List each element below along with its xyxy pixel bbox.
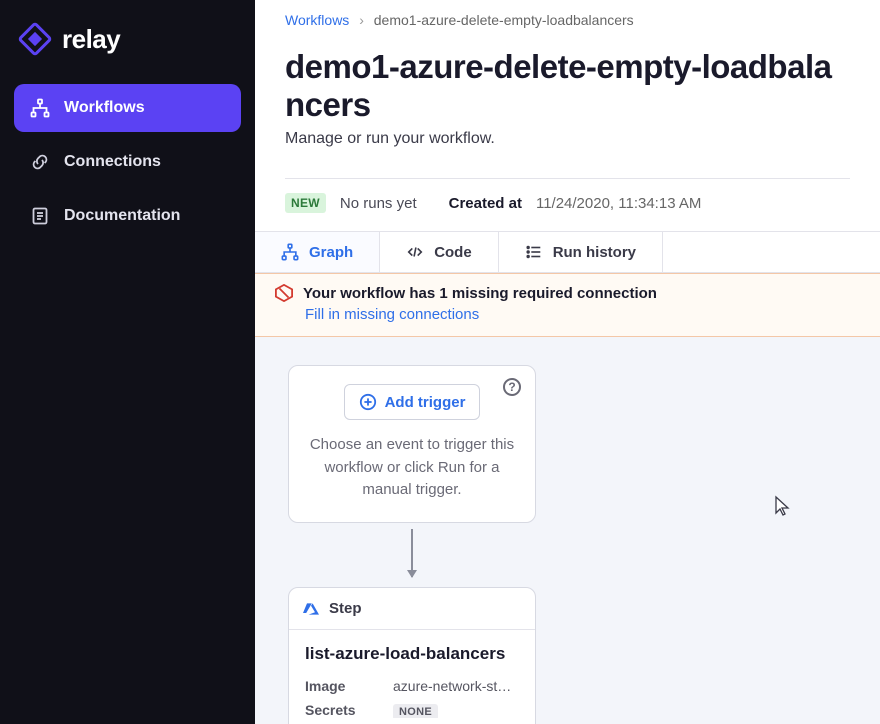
step-image-key: Image [305,678,393,694]
cursor-icon [774,495,792,517]
list-icon [525,243,543,261]
page-header: demo1-azure-delete-empty-loadbalancers M… [255,34,880,158]
relay-logo-icon [18,22,52,56]
alert-message: Your workflow has 1 missing required con… [303,285,657,302]
error-icon [275,284,293,302]
chevron-right-icon: › [359,12,364,28]
sidebar-item-label: Connections [64,153,161,171]
step-card[interactable]: Step list-azure-load-balancers Image azu… [288,587,536,724]
graph-icon [281,243,299,261]
connector-arrow [411,529,413,577]
page-subtitle: Manage or run your workflow. [285,130,850,148]
runs-status: No runs yet [340,195,417,212]
tabs: Graph Code Run history [255,231,880,273]
breadcrumb-current: demo1-azure-delete-empty-loadbalancers [374,12,634,28]
step-title: list-azure-load-balancers [305,644,519,664]
step-image-value: azure-network-step-… [393,678,519,694]
connections-icon [30,152,50,172]
sidebar-item-connections[interactable]: Connections [14,138,241,186]
brand-logo[interactable]: relay [0,0,255,84]
step-secrets-key: Secrets [305,702,393,718]
add-trigger-button[interactable]: Add trigger [344,384,481,420]
created-value: 11/24/2020, 11:34:13 AM [536,195,701,212]
add-trigger-label: Add trigger [385,394,466,411]
created-label: Created at [449,195,522,212]
tab-code[interactable]: Code [380,232,499,272]
fill-connections-link[interactable]: Fill in missing connections [305,306,479,323]
sidebar-item-label: Workflows [64,99,145,117]
step-header-label: Step [329,600,362,617]
trigger-card[interactable]: ? Add trigger Choose an event to trigger… [288,365,536,523]
plus-circle-icon [359,393,377,411]
tab-label: Code [434,244,472,261]
sidebar-item-label: Documentation [64,207,180,225]
workflow-icon [30,98,50,118]
breadcrumb: Workflows › demo1-azure-delete-empty-loa… [255,0,880,34]
workflow-canvas[interactable]: ? Add trigger Choose an event to trigger… [255,337,880,724]
step-header: Step [289,588,535,630]
brand-name: relay [62,24,120,55]
meta-row: NEW No runs yet Created at 11/24/2020, 1… [255,179,880,231]
step-secrets-value: NONE [393,704,438,718]
sidebar-nav: Workflows Connections Documentation [0,84,255,240]
status-badge-new: NEW [285,193,326,213]
sidebar: relay Workflows Connections [0,0,255,724]
sidebar-item-workflows[interactable]: Workflows [14,84,241,132]
trigger-description: Choose an event to trigger this workflow… [305,434,519,502]
breadcrumb-root[interactable]: Workflows [285,12,349,28]
sidebar-item-documentation[interactable]: Documentation [14,192,241,240]
step-secrets-row: Secrets NONE [305,702,519,718]
step-image-row: Image azure-network-step-… [305,678,519,694]
code-icon [406,243,424,261]
help-icon[interactable]: ? [503,378,521,396]
page-title: demo1-azure-delete-empty-loadbalancers [285,48,850,124]
documentation-icon [30,206,50,226]
main: Workflows › demo1-azure-delete-empty-loa… [255,0,880,724]
tab-label: Graph [309,244,353,261]
tab-label: Run history [553,244,636,261]
tab-run-history[interactable]: Run history [499,232,663,272]
missing-connection-alert: Your workflow has 1 missing required con… [255,273,880,337]
azure-icon [303,601,319,617]
tab-graph[interactable]: Graph [255,232,380,272]
